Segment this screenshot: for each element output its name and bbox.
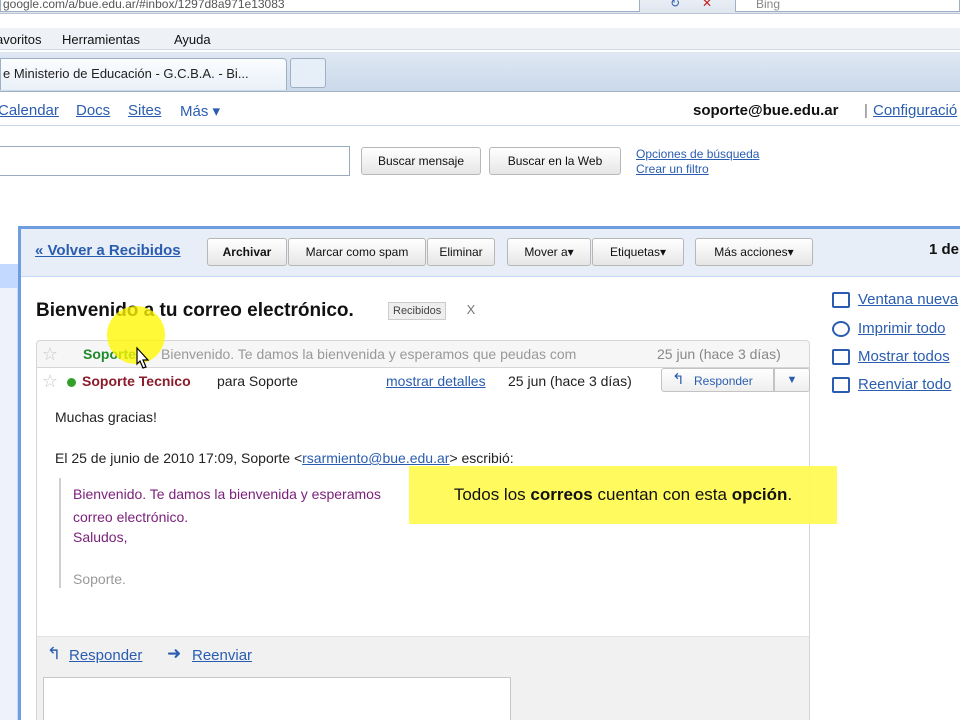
new-tab-button[interactable] bbox=[290, 58, 326, 88]
forward-all-icon bbox=[832, 377, 850, 393]
browser-menu-bar: avoritos Herramientas Ayuda bbox=[0, 28, 960, 50]
reply-arrow-icon: ↰ bbox=[672, 371, 685, 388]
message-recipient: para Soporte bbox=[217, 373, 298, 389]
label-chip[interactable]: Recibidos bbox=[388, 302, 447, 320]
caption-emphasis: correos bbox=[530, 485, 593, 504]
user-email: soporte@bue.edu.ar bbox=[693, 102, 839, 119]
quoted-line: Bienvenido. Te damos la bienvenida y esp… bbox=[73, 486, 381, 502]
expand-all-label: Mostrar todos bbox=[858, 348, 950, 365]
quote-header-suffix: > escribió: bbox=[449, 450, 514, 466]
browser-tab[interactable]: e Ministerio de Educación - G.C.B.A. - B… bbox=[0, 58, 287, 90]
search-options-link[interactable]: Opciones de búsqueda bbox=[636, 147, 759, 162]
new-window-label: Ventana nueva bbox=[858, 291, 959, 308]
message-subject: Bienvenido a tu correo electrónico. bbox=[36, 300, 354, 321]
collapsed-date: 25 jun (hace 3 días) bbox=[657, 346, 781, 362]
message-sender[interactable]: Soporte Tecnico bbox=[82, 373, 191, 389]
search-links: Opciones de búsqueda Crear un filtro bbox=[636, 147, 759, 177]
nav-link-calendar[interactable]: Calendar bbox=[0, 102, 59, 119]
remove-label-button[interactable]: X bbox=[461, 302, 481, 320]
quote-email-link[interactable]: rsarmiento@bue.edu.ar bbox=[302, 450, 449, 466]
refresh-icon[interactable]: ↻ bbox=[664, 0, 686, 12]
more-actions-button[interactable]: Más acciones▾ bbox=[695, 238, 813, 266]
nav-link-sites[interactable]: Sites bbox=[128, 102, 161, 119]
print-all-label: Imprimir todo bbox=[858, 320, 946, 337]
spam-button[interactable]: Marcar como spam bbox=[288, 238, 426, 266]
reply-button-label: Responder bbox=[694, 374, 753, 388]
left-nav-strip bbox=[0, 264, 18, 720]
caption-text: cuentan con esta bbox=[592, 485, 732, 504]
open-message: ☆ Soporte Tecnico para Soporte mostrar d… bbox=[36, 368, 810, 720]
search-input[interactable] bbox=[0, 146, 350, 176]
quoted-line: correo electrónico. bbox=[73, 509, 189, 525]
message-body-greeting: Muchas gracias! bbox=[55, 409, 157, 425]
new-window-icon bbox=[832, 292, 850, 308]
stop-icon[interactable]: ✕ bbox=[696, 0, 718, 12]
menu-tools[interactable]: Herramientas bbox=[62, 32, 140, 47]
back-to-inbox-link[interactable]: « Volver a Recibidos bbox=[35, 242, 181, 259]
delete-button[interactable]: Eliminar bbox=[427, 238, 495, 266]
reply-button[interactable]: ↰ Responder bbox=[661, 368, 774, 392]
star-icon[interactable]: ☆ bbox=[41, 345, 59, 363]
quoted-line: Saludos, bbox=[73, 529, 128, 545]
message-date: 25 jun (hace 3 días) bbox=[508, 373, 632, 389]
search-web-button[interactable]: Buscar en la Web bbox=[489, 147, 621, 175]
menu-help[interactable]: Ayuda bbox=[174, 32, 211, 47]
message-toolbar: « Volver a Recibidos Archivar Marcar com… bbox=[21, 229, 960, 277]
nav-link-more[interactable]: Más ▾ bbox=[180, 102, 220, 120]
menu-favorites[interactable]: avoritos bbox=[0, 32, 42, 47]
caption-emphasis: opción bbox=[731, 485, 788, 504]
browser-search-field[interactable]: Bing bbox=[735, 0, 960, 12]
browser-address-bar: google.com/a/bue.edu.ar/#inbox/1297d8a97… bbox=[0, 0, 960, 14]
star-icon[interactable]: ☆ bbox=[41, 372, 59, 390]
footer-forward-link[interactable]: Reenviar bbox=[192, 647, 252, 664]
print-icon bbox=[832, 321, 850, 337]
online-status-icon bbox=[67, 378, 76, 387]
collapsed-snippet: Bienvenido. Te damos la bienvenida y esp… bbox=[161, 346, 577, 362]
settings-link[interactable]: Configuració bbox=[873, 102, 957, 119]
forward-arrow-icon: ➜ bbox=[167, 644, 182, 663]
forward-all-label: Reenviar todo bbox=[858, 376, 952, 393]
browser-tab-bar: e Ministerio de Educación - G.C.B.A. - B… bbox=[0, 52, 960, 92]
url-field[interactable]: google.com/a/bue.edu.ar/#inbox/1297d8a97… bbox=[0, 0, 640, 12]
search-mail-button[interactable]: Buscar mensaje bbox=[361, 147, 481, 175]
show-details-link[interactable]: mostrar detalles bbox=[386, 373, 486, 389]
search-row: Buscar mensaje Buscar en la Web Opciones… bbox=[0, 140, 960, 180]
quote-header-prefix: El 25 de junio de 2010 17:09, Soporte < bbox=[55, 450, 303, 466]
message-count: 1 de bbox=[929, 241, 960, 258]
reply-arrow-icon: ↰ bbox=[47, 644, 62, 663]
mouse-pointer-icon bbox=[136, 346, 150, 369]
quick-reply-box[interactable] bbox=[43, 677, 511, 720]
nav-link-docs[interactable]: Docs bbox=[76, 102, 110, 119]
reply-options-dropdown[interactable]: ▼ bbox=[774, 368, 810, 392]
footer-reply-link[interactable]: Responder bbox=[69, 647, 142, 664]
caption-text: . bbox=[787, 485, 793, 504]
labels-button[interactable]: Etiquetas▾ bbox=[592, 238, 684, 266]
separator: | bbox=[864, 102, 868, 119]
expand-all-icon bbox=[832, 349, 850, 365]
quote-header: El 25 de junio de 2010 17:09, Soporte <r… bbox=[55, 450, 514, 466]
create-filter-link[interactable]: Crear un filtro bbox=[636, 162, 759, 177]
left-nav-selected[interactable] bbox=[0, 264, 17, 288]
tutorial-caption: Todos los correos cuentan con esta opció… bbox=[409, 466, 837, 524]
message-footer: ↰ Responder ➜ Reenviar bbox=[37, 636, 809, 720]
archive-button[interactable]: Archivar bbox=[207, 238, 287, 266]
quoted-signature: Soporte. bbox=[73, 571, 126, 587]
caption-text: Todos los bbox=[453, 485, 531, 504]
move-to-button[interactable]: Mover a▾ bbox=[507, 238, 591, 266]
gmail-top-bar: Calendar Docs Sites Más ▾ soporte@bue.ed… bbox=[0, 98, 960, 126]
